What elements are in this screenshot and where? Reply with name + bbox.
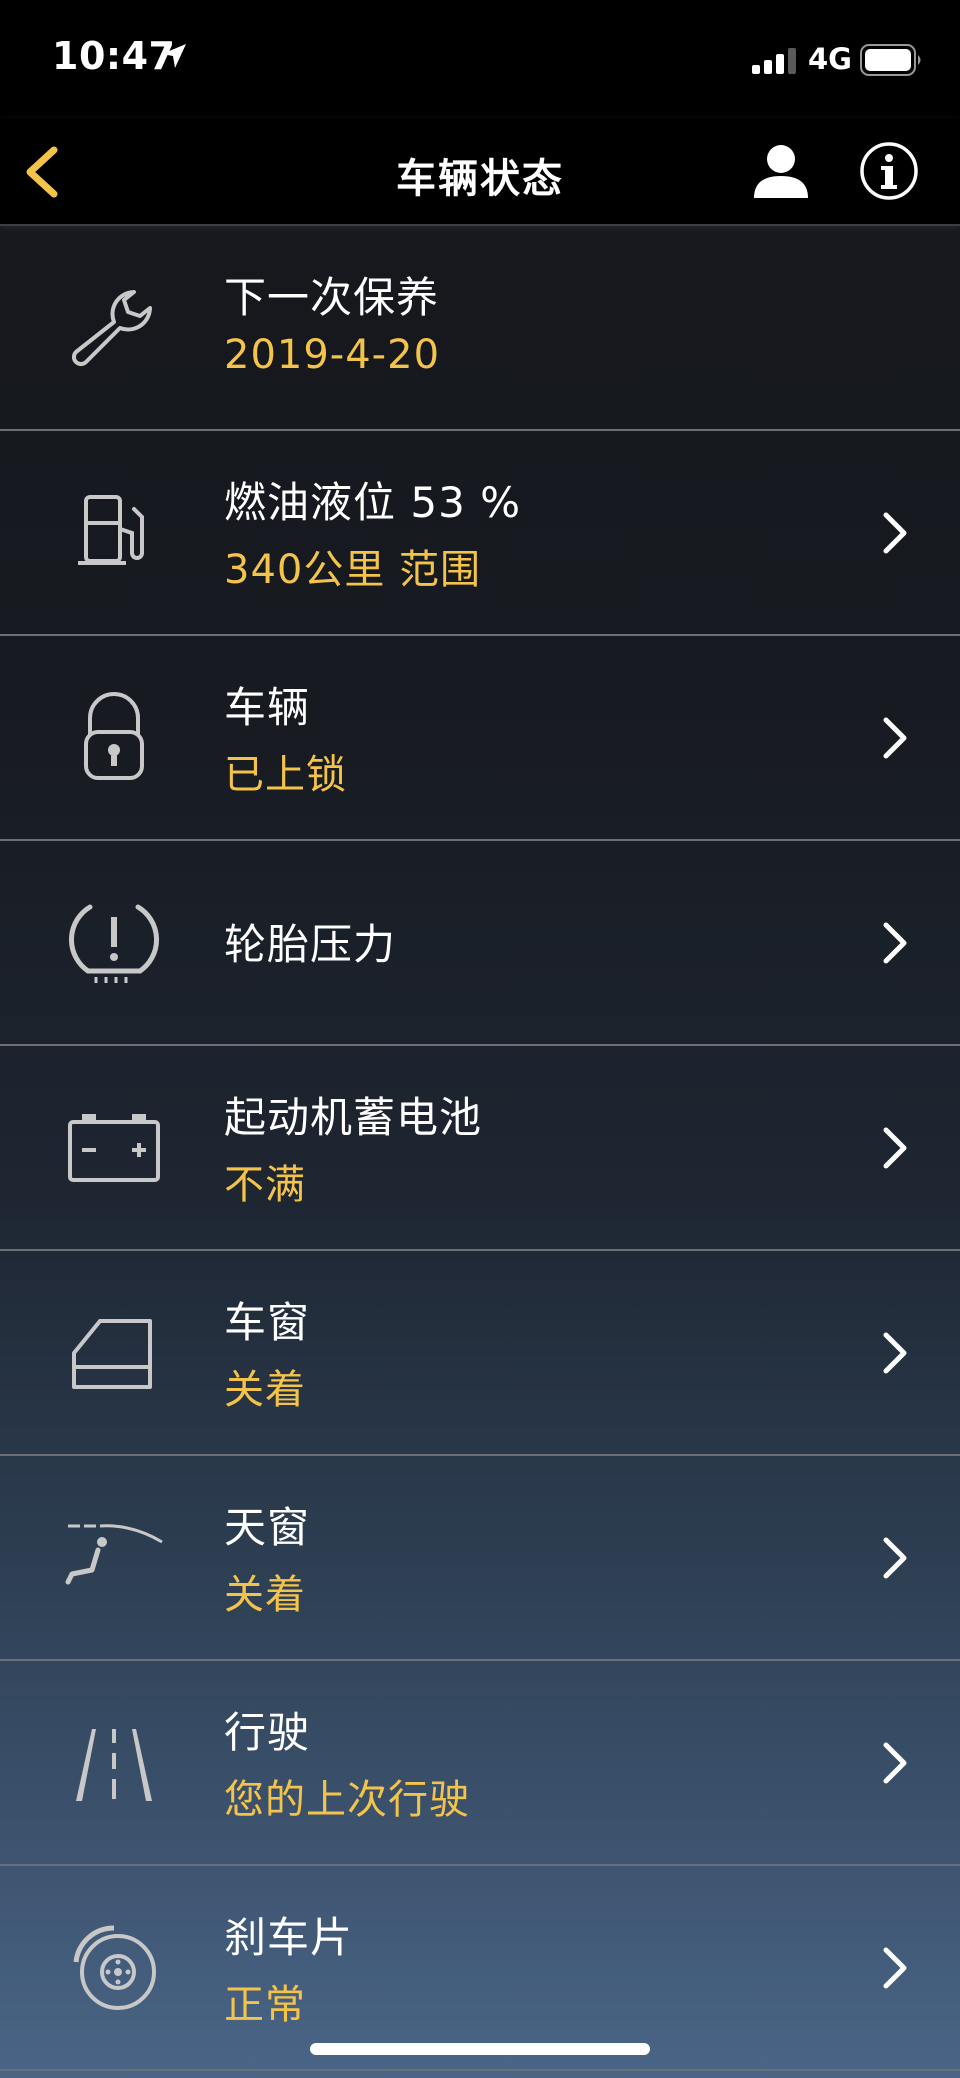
chevron-right-icon [883, 512, 907, 554]
chevron-right-icon [883, 717, 907, 759]
item-subtitle: 不满 [224, 1162, 306, 1208]
tire-pressure-icon [68, 904, 160, 983]
status-bar: 10:47 4G [0, 0, 960, 118]
wrench-icon [71, 290, 152, 367]
car-window-icon [72, 1319, 152, 1389]
list-item-fuel-level[interactable]: 燃油液位 53 % 340公里 范围 [0, 431, 960, 636]
chevron-right-icon [883, 1742, 907, 1784]
location-arrow-icon [162, 44, 186, 68]
item-title: 车辆 [224, 683, 311, 732]
vehicle-status-list: 下一次保养 2019-4-20 燃油液位 53 % 340公里 范围 车辆 已上… [0, 226, 960, 2071]
chevron-right-icon [883, 1947, 907, 1989]
home-indicator[interactable] [310, 2043, 650, 2055]
signal-bars-icon [752, 48, 796, 74]
item-subtitle: 关着 [224, 1367, 306, 1413]
list-item-starter-battery[interactable]: 起动机蓄电池 不满 [0, 1046, 960, 1251]
item-title: 起动机蓄电池 [224, 1093, 483, 1142]
item-subtitle: 已上锁 [224, 752, 347, 798]
padlock-icon [84, 692, 144, 780]
chevron-right-icon [883, 1537, 907, 1579]
list-item-tire-pressure[interactable]: 轮胎压力 [0, 841, 960, 1046]
item-subtitle: 340公里 范围 [224, 547, 482, 593]
item-title: 天窗 [224, 1503, 311, 1552]
item-subtitle: 关着 [224, 1572, 306, 1618]
sunroof-icon [65, 1524, 163, 1585]
brake-disc-icon [73, 1925, 156, 2010]
info-icon[interactable] [858, 140, 920, 202]
item-subtitle: 您的上次行驶 [224, 1777, 470, 1823]
item-title: 燃油液位 53 % [224, 478, 522, 527]
road-icon [76, 1729, 152, 1801]
item-title: 轮胎压力 [224, 920, 397, 969]
chevron-right-icon [883, 1127, 907, 1169]
list-item-next-maintenance[interactable]: 下一次保养 2019-4-20 [0, 226, 960, 431]
fuel-pump-icon [78, 495, 144, 565]
list-item-vehicle-lock[interactable]: 车辆 已上锁 [0, 636, 960, 841]
user-profile-icon[interactable] [750, 140, 812, 202]
item-title: 行驶 [224, 1708, 311, 1757]
item-title: 下一次保养 [224, 273, 440, 322]
list-item-sunroof[interactable]: 天窗 关着 [0, 1456, 960, 1661]
item-subtitle: 2019-4-20 [224, 332, 441, 378]
navigation-bar: 车辆状态 [0, 118, 960, 226]
chevron-right-icon [883, 922, 907, 964]
battery-icon [68, 1114, 160, 1182]
list-item-brake-pads[interactable]: 刹车片 正常 [0, 1866, 960, 2071]
page-title: 车辆状态 [396, 156, 564, 202]
list-item-driving[interactable]: 行驶 您的上次行驶 [0, 1661, 960, 1866]
chevron-right-icon [883, 1332, 907, 1374]
item-title: 刹车片 [224, 1913, 354, 1962]
item-title: 车窗 [224, 1298, 311, 1347]
item-subtitle: 正常 [224, 1982, 306, 2028]
list-item-windows[interactable]: 车窗 关着 [0, 1251, 960, 1456]
status-time: 10:47 [52, 34, 176, 78]
battery-status-icon [860, 44, 921, 76]
network-type: 4G [808, 42, 852, 76]
